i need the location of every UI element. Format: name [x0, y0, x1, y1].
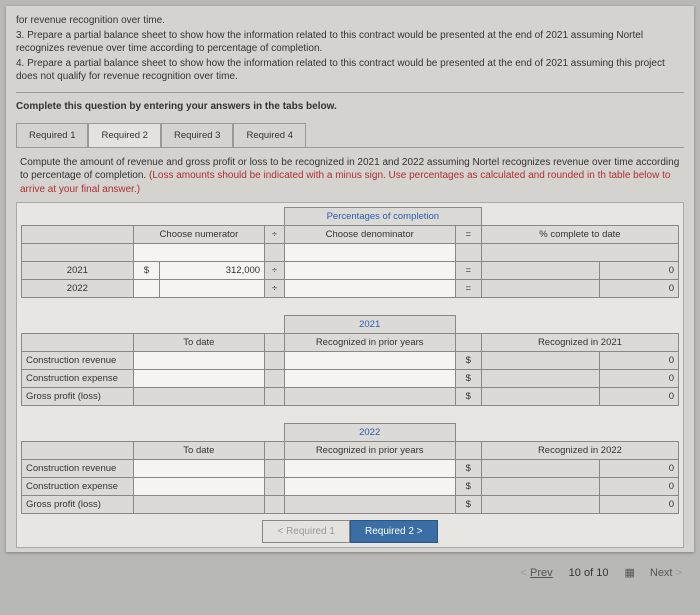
cell-2022-exp-cur-sym: $: [455, 478, 481, 496]
chevron-left-icon: <: [521, 567, 527, 579]
cell-2022-pct: 0: [600, 280, 679, 298]
cell-2022-exp-todate[interactable]: [133, 478, 264, 496]
cell-2022-rev-todate[interactable]: [133, 460, 264, 478]
cell-2021-numerator[interactable]: 312,000: [159, 262, 264, 280]
header-percentages: Percentages of completion: [284, 208, 481, 226]
row-2021-exp: Construction expense: [22, 370, 134, 388]
cell-2021-exp-cur-sym: $: [455, 370, 481, 388]
cell-2022-gp-prior: [284, 496, 455, 514]
header-pct-complete: % complete to date: [481, 226, 678, 244]
cell-2022-rev-cur-sym: $: [455, 460, 481, 478]
problem-intro: for revenue recognition over time. 3. Pr…: [16, 14, 684, 84]
next-tab-button[interactable]: Required 2 >: [350, 520, 438, 543]
cell-2022-rev-prior[interactable]: [284, 460, 455, 478]
sub-prompt: Compute the amount of revenue and gross …: [16, 147, 684, 203]
cell-2021-gp-todate: [133, 388, 264, 406]
intro-line-0: for revenue recognition over time.: [16, 14, 684, 28]
header-divide: ÷: [265, 226, 285, 244]
row-2022-gp: Gross profit (loss): [22, 496, 134, 514]
cell-2022-div: ÷: [265, 280, 285, 298]
cell-2022-numerator[interactable]: [159, 280, 264, 298]
cell-2021-exp-todate[interactable]: [133, 370, 264, 388]
cell-2022-currency[interactable]: [133, 280, 159, 298]
header-year-2022: 2022: [284, 424, 455, 442]
row-2021-rev: Construction revenue: [22, 352, 134, 370]
numerator-label-input[interactable]: [133, 244, 264, 262]
header-to-date-2022: To date: [133, 442, 264, 460]
cell-2022-gp-rec: 0: [600, 496, 679, 514]
pager-position: 10 of 10: [569, 567, 609, 579]
header-rec-2022: Recognized in 2022: [481, 442, 678, 460]
cell-2022-rev-rec: 0: [600, 460, 679, 478]
divider: [16, 92, 684, 93]
cell-2021-rev-cur-sym: $: [455, 352, 481, 370]
tab-required-4[interactable]: Required 4: [233, 123, 305, 148]
cell-2021-div: ÷: [265, 262, 285, 280]
denominator-label-input[interactable]: [284, 244, 455, 262]
prev-tab-button[interactable]: < Required 1: [262, 520, 350, 543]
pager-footer: < Prev 10 of 10 ▦ Next >: [0, 558, 700, 583]
header-rec-prior-2021: Recognized in prior years: [284, 334, 455, 352]
cell-2021-eq: =: [455, 262, 481, 280]
cell-2022-gp-cur-sym: $: [455, 496, 481, 514]
row-2022-exp: Construction expense: [22, 478, 134, 496]
cell-2021-denominator[interactable]: [284, 262, 455, 280]
intro-line-1: 3. Prepare a partial balance sheet to sh…: [16, 29, 684, 56]
cell-2021-exp-prior[interactable]: [284, 370, 455, 388]
cell-2021-rev-todate[interactable]: [133, 352, 264, 370]
header-to-date-2021: To date: [133, 334, 264, 352]
row-year-2021: 2021: [22, 262, 134, 280]
header-rec-prior-2022: Recognized in prior years: [284, 442, 455, 460]
cell-2022-eq: =: [455, 280, 481, 298]
cell-2021-rev-rec: 0: [600, 352, 679, 370]
header-rec-2021: Recognized in 2021: [481, 334, 678, 352]
pager-next-label: Next: [650, 567, 673, 579]
row-2022-rev: Construction revenue: [22, 460, 134, 478]
cell-2021-currency[interactable]: $: [133, 262, 159, 280]
cell-2022-exp-prior[interactable]: [284, 478, 455, 496]
cell-2021-gp-rec: 0: [600, 388, 679, 406]
pager-next[interactable]: Next >: [650, 567, 682, 579]
intro-line-2: 4. Prepare a partial balance sheet to sh…: [16, 57, 684, 84]
grid-icon[interactable]: ▦: [624, 566, 633, 579]
row-year-2022: 2022: [22, 280, 134, 298]
tab-required-1[interactable]: Required 1: [16, 123, 88, 148]
requirement-tabs: Required 1 Required 2 Required 3 Require…: [16, 122, 684, 147]
cell-2022-gp-todate: [133, 496, 264, 514]
answer-table-wrap: Percentages of completion Choose numerat…: [16, 202, 684, 548]
cell-2021-exp-rec: 0: [600, 370, 679, 388]
cell-2022-exp-rec: 0: [600, 478, 679, 496]
cell-2022-denominator[interactable]: [284, 280, 455, 298]
header-choose-numerator[interactable]: Choose numerator: [133, 226, 264, 244]
percentages-table: Percentages of completion Choose numerat…: [21, 207, 679, 514]
cell-2021-gp-prior: [284, 388, 455, 406]
header-choose-denominator[interactable]: Choose denominator: [284, 226, 455, 244]
main-prompt: Complete this question by entering your …: [16, 101, 684, 112]
header-year-2021: 2021: [284, 316, 455, 334]
pager-prev[interactable]: < Prev: [521, 567, 553, 579]
header-equals: =: [455, 226, 481, 244]
pager-prev-label: Prev: [530, 567, 553, 579]
tab-nav-buttons: < Required 1 Required 2 >: [21, 520, 679, 543]
cell-2021-pct: 0: [600, 262, 679, 280]
chevron-right-icon: >: [676, 567, 682, 579]
row-2021-gp: Gross profit (loss): [22, 388, 134, 406]
tab-required-2[interactable]: Required 2: [88, 123, 160, 148]
tab-required-3[interactable]: Required 3: [161, 123, 233, 148]
cell-2021-rev-prior[interactable]: [284, 352, 455, 370]
cell-2021-gp-cur-sym: $: [455, 388, 481, 406]
